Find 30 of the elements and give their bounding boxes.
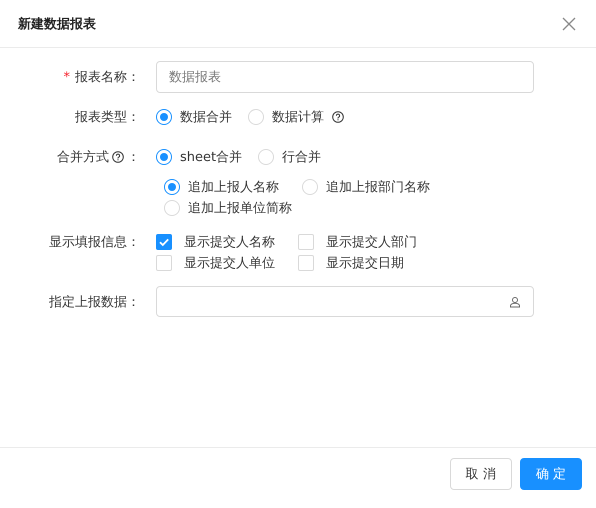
dialog-title: 新建数据报表	[18, 16, 96, 32]
field-label: 指定上报数据：	[49, 294, 140, 310]
option-label[interactable]: 追加上报单位简称	[188, 198, 292, 216]
field-label: 报表类型：	[75, 109, 140, 126]
help-icon[interactable]	[332, 111, 344, 123]
option-label[interactable]: 显示提交日期	[326, 254, 404, 272]
option-label[interactable]: 显示提交人单位	[184, 254, 275, 272]
option-label[interactable]: 数据计算	[272, 108, 324, 126]
data-picker-field[interactable]	[156, 286, 534, 317]
field-label: 报表名称：	[75, 69, 140, 86]
option-label[interactable]: 行合并	[282, 148, 322, 166]
radio-button[interactable]	[156, 149, 172, 165]
radio-button[interactable]	[156, 109, 172, 125]
close-icon[interactable]	[562, 16, 576, 30]
person-icon[interactable]	[509, 296, 521, 308]
option-label[interactable]: 显示提交人名称	[184, 232, 275, 250]
option-label[interactable]: 数据合并	[180, 108, 232, 126]
cancel-button[interactable]: 取 消	[450, 458, 512, 490]
required-mark: *	[64, 70, 70, 84]
radio-button[interactable]	[164, 178, 180, 194]
option-label[interactable]: sheet合并	[180, 148, 242, 166]
report-name-field[interactable]: 数据报表	[156, 61, 534, 93]
help-icon[interactable]	[112, 151, 124, 163]
option-label[interactable]: 追加上报人名称	[188, 178, 279, 196]
checkbox[interactable]	[156, 234, 172, 250]
field-label: 合并方式	[57, 149, 109, 166]
label-colon: ：	[127, 149, 140, 166]
option-label[interactable]: 显示提交人部门	[326, 232, 417, 250]
field-label: 显示填报信息：	[49, 234, 140, 251]
option-label[interactable]: 追加上报部门名称	[326, 178, 430, 196]
